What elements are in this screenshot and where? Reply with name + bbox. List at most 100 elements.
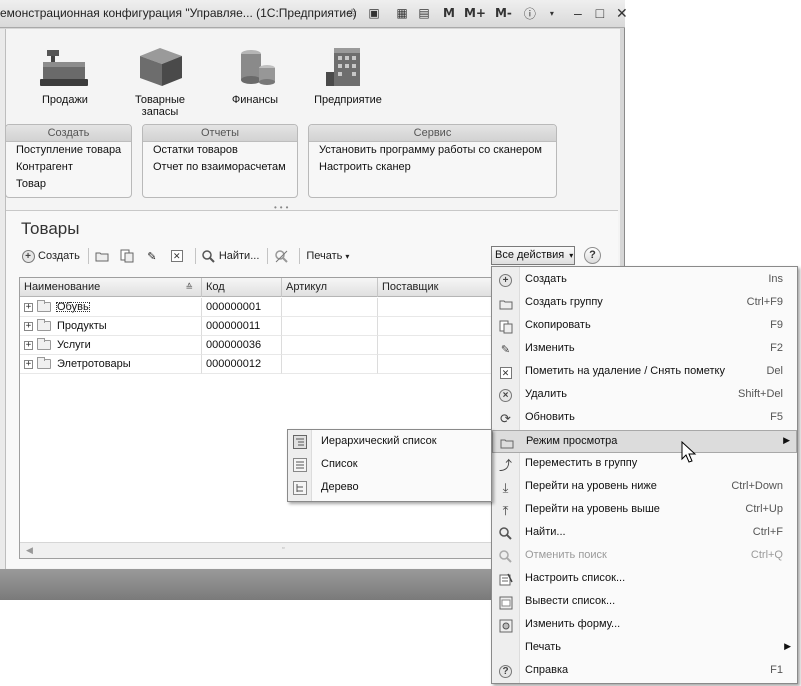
code-cell: 000000012 bbox=[202, 355, 282, 374]
delete-mark-button[interactable]: ✕ bbox=[170, 249, 187, 263]
create-button[interactable]: + Создать bbox=[21, 249, 80, 263]
menu-item-level-up[interactable]: ⤒ Перейти на уровень выше Ctrl+Up bbox=[492, 499, 797, 522]
find-button[interactable]: Найти... bbox=[202, 249, 259, 263]
submenu-item-list[interactable]: Список bbox=[288, 454, 491, 477]
menu-item-label: Перейти на уровень выше bbox=[525, 503, 660, 515]
menu-item-find[interactable]: Найти... Ctrl+F bbox=[492, 522, 797, 545]
menu-item-configure-list[interactable]: Настроить список... bbox=[492, 568, 797, 591]
submenu-item-label: Список bbox=[321, 458, 358, 470]
help-button[interactable]: ? bbox=[584, 247, 601, 264]
menu-item-copy[interactable]: Скопировать F9 bbox=[492, 315, 797, 338]
supplier-cell bbox=[378, 298, 498, 317]
menu-item-label: Скопировать bbox=[525, 319, 591, 331]
close-button[interactable]: ✕ bbox=[613, 4, 631, 22]
menu-item-output-list[interactable]: Вывести список... bbox=[492, 591, 797, 614]
horizontal-scrollbar[interactable]: ◀ ▫ bbox=[20, 542, 498, 558]
table-row[interactable]: + Элетротовары 000000012 bbox=[20, 355, 498, 374]
info-icon[interactable]: ⓘ bbox=[521, 4, 539, 22]
chevron-down-icon[interactable]: ▾ bbox=[543, 4, 561, 22]
chevron-down-icon: ▾ bbox=[345, 251, 350, 261]
menu-item-create[interactable]: + Создать Ins bbox=[492, 269, 797, 292]
menu-item-change-form[interactable]: Изменить форму... bbox=[492, 614, 797, 637]
all-actions-button[interactable]: Все действия ▾ bbox=[491, 246, 575, 265]
print-button[interactable]: Печать ▾ bbox=[306, 250, 349, 262]
section-inventory[interactable]: Товарные запасы bbox=[110, 44, 210, 118]
sort-icon: ≙ bbox=[185, 282, 193, 292]
calculator-icon[interactable]: ▦ bbox=[393, 4, 411, 22]
action-product[interactable]: Товар bbox=[6, 176, 131, 193]
tree-icon bbox=[293, 481, 307, 495]
expand-icon[interactable]: + bbox=[24, 321, 33, 331]
cash-register-icon bbox=[37, 44, 93, 88]
edit-button[interactable]: ✎ bbox=[145, 249, 162, 263]
submenu-item-hierarchical-list[interactable]: Иерархический список bbox=[288, 431, 491, 454]
code-cell: 000000001 bbox=[202, 298, 282, 317]
menu-item-shortcut: Del bbox=[766, 365, 783, 377]
table-row[interactable]: + Продукты 000000011 bbox=[20, 317, 498, 336]
column-header-article[interactable]: Артикул bbox=[282, 278, 378, 297]
action-goods-receipt[interactable]: Поступление товара bbox=[6, 142, 131, 159]
group-reports: Отчеты Остатки товаров Отчет по взаимора… bbox=[142, 124, 298, 198]
menu-item-edit[interactable]: ✎ Изменить F2 bbox=[492, 338, 797, 361]
table-row[interactable]: + Услуги 000000036 bbox=[20, 336, 498, 355]
column-header-name[interactable]: Наименование ≙ bbox=[20, 278, 202, 297]
memory-button[interactable]: M bbox=[443, 6, 455, 20]
supplier-cell bbox=[378, 317, 498, 336]
menu-item-label: Удалить bbox=[525, 388, 567, 400]
folder-icon bbox=[37, 319, 51, 332]
memory-minus-button[interactable]: M- bbox=[495, 6, 512, 20]
form-title: Товары bbox=[21, 219, 80, 238]
submenu-item-tree[interactable]: Дерево bbox=[288, 477, 491, 500]
memory-plus-button[interactable]: M+ bbox=[464, 6, 486, 20]
create-group-button[interactable] bbox=[95, 249, 112, 263]
menu-item-create-group[interactable]: Создать группу Ctrl+F9 bbox=[492, 292, 797, 315]
building-icon bbox=[320, 44, 376, 88]
window-title: емонстрационная конфигурация "Управляе..… bbox=[0, 6, 357, 20]
scroll-grip-icon[interactable]: ▫ bbox=[282, 545, 284, 552]
column-header-supplier[interactable]: Поставщик bbox=[378, 278, 498, 297]
scroll-left-icon[interactable]: ◀ bbox=[26, 545, 33, 556]
menu-item-level-down[interactable]: ⤓ Перейти на уровень ниже Ctrl+Down bbox=[492, 476, 797, 499]
action-counterparty[interactable]: Контрагент bbox=[6, 159, 131, 176]
menu-item-print[interactable]: Печать ▶ bbox=[492, 637, 797, 660]
copy-button[interactable] bbox=[120, 249, 137, 263]
goods-table[interactable]: Наименование ≙ Код Артикул Поставщик + Об… bbox=[19, 277, 499, 559]
command-bar: + Создать ✎ ✕ Найти... Печать ▾ bbox=[21, 246, 357, 266]
menu-item-label: Обновить bbox=[525, 411, 575, 423]
level-up-icon: ⤒ bbox=[502, 502, 509, 518]
expand-icon[interactable]: + bbox=[24, 359, 33, 369]
plus-circle-icon: + bbox=[21, 249, 35, 263]
report-stock-balance[interactable]: Остатки товаров bbox=[143, 142, 297, 159]
menu-item-mark-deletion[interactable]: ✕ Пометить на удаление / Снять пометку D… bbox=[492, 361, 797, 384]
cancel-search-icon bbox=[498, 549, 513, 564]
supplier-cell bbox=[378, 336, 498, 355]
coins-icon bbox=[227, 44, 283, 88]
star-icon[interactable]: ☆ bbox=[343, 4, 361, 22]
column-header-label: Наименование bbox=[24, 281, 101, 293]
title-toolbar: ☆ ▣ ▦ ▤ M M+ M- ⓘ ▾ – □ ✕ bbox=[343, 4, 631, 22]
menu-item-refresh[interactable]: ⟳ Обновить F5 bbox=[492, 407, 797, 430]
report-settlements[interactable]: Отчет по взаиморасчетам bbox=[143, 159, 297, 176]
favorites-icon[interactable]: ▣ bbox=[365, 4, 383, 22]
cancel-search-button[interactable] bbox=[274, 249, 291, 263]
menu-item-help[interactable]: ? Справка F1 bbox=[492, 660, 797, 683]
maximize-button[interactable]: □ bbox=[591, 4, 609, 22]
menu-item-move-to-group[interactable]: ⤴ Переместить в группу bbox=[492, 453, 797, 476]
article-cell bbox=[282, 355, 378, 374]
section-enterprise[interactable]: Предприятие bbox=[298, 44, 398, 106]
expand-icon[interactable]: + bbox=[24, 302, 33, 312]
minimize-button[interactable]: – bbox=[569, 4, 587, 22]
article-cell bbox=[282, 298, 378, 317]
table-row[interactable]: + Обувь 000000001 bbox=[20, 298, 498, 317]
row-name: Услуги bbox=[57, 339, 91, 351]
menu-item-view-mode[interactable]: Режим просмотра ▶ bbox=[492, 430, 797, 453]
section-sales[interactable]: Продажи bbox=[15, 44, 115, 106]
calendar-icon[interactable]: ▤ bbox=[415, 4, 433, 22]
menu-item-delete[interactable]: × Удалить Shift+Del bbox=[492, 384, 797, 407]
column-header-code[interactable]: Код bbox=[202, 278, 282, 297]
menu-item-shortcut: Ins bbox=[768, 273, 783, 285]
service-install-scanner[interactable]: Установить программу работы со сканером bbox=[309, 142, 556, 159]
service-configure-scanner[interactable]: Настроить сканер bbox=[309, 159, 556, 176]
section-finance[interactable]: Финансы bbox=[205, 44, 305, 106]
expand-icon[interactable]: + bbox=[24, 340, 33, 350]
